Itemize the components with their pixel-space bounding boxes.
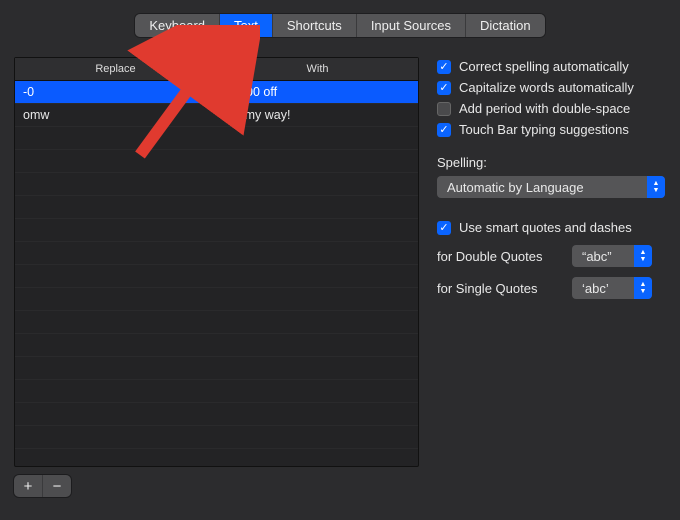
- single-quotes-select[interactable]: ‘abc’ ▲▼: [572, 277, 652, 299]
- tab-segmented-control: Keyboard Text Shortcuts Input Sources Di…: [135, 14, 544, 37]
- column-header-with[interactable]: With: [217, 58, 418, 80]
- options-panel: ✓ Correct spelling automatically ✓ Capit…: [437, 57, 666, 497]
- minus-icon: −: [53, 478, 62, 495]
- add-remove-button-group: + −: [14, 475, 71, 497]
- column-header-replace[interactable]: Replace ⌃: [15, 58, 217, 80]
- tab-dictation[interactable]: Dictation: [466, 14, 545, 37]
- updown-arrows-icon: ▲▼: [634, 245, 652, 267]
- table-row[interactable]: .: [15, 426, 418, 449]
- spelling-select-value: Automatic by Language: [447, 180, 584, 195]
- table-body: -0 - $300 off omw On my way! . . . . . .…: [15, 81, 418, 466]
- tab-shortcuts[interactable]: Shortcuts: [273, 14, 357, 37]
- label-double-space-period: Add period with double-space: [459, 101, 630, 116]
- double-quotes-select[interactable]: “abc” ▲▼: [572, 245, 652, 267]
- checkbox-smart-quotes[interactable]: ✓: [437, 221, 451, 235]
- label-single-quotes: for Single Quotes: [437, 281, 562, 296]
- table-row[interactable]: .: [15, 334, 418, 357]
- cell-replace[interactable]: -0: [15, 85, 217, 99]
- table-row[interactable]: .: [15, 288, 418, 311]
- check-icon: ✓: [439, 123, 448, 136]
- table-row[interactable]: .: [15, 311, 418, 334]
- add-button[interactable]: +: [14, 475, 43, 497]
- tab-keyboard[interactable]: Keyboard: [135, 14, 220, 37]
- tab-bar: Keyboard Text Shortcuts Input Sources Di…: [0, 0, 680, 37]
- tab-text[interactable]: Text: [220, 14, 273, 37]
- checkbox-capitalize[interactable]: ✓: [437, 81, 451, 95]
- cell-replace[interactable]: omw: [15, 108, 217, 122]
- remove-button[interactable]: −: [43, 475, 71, 497]
- label-capitalize: Capitalize words automatically: [459, 80, 634, 95]
- checkbox-touch-bar[interactable]: ✓: [437, 123, 451, 137]
- label-smart-quotes: Use smart quotes and dashes: [459, 220, 632, 235]
- replacements-table[interactable]: Replace ⌃ With -0 - $300 off omw On my w…: [14, 57, 419, 467]
- cell-with[interactable]: - $300 off: [217, 85, 419, 99]
- updown-arrows-icon: ▲▼: [634, 277, 652, 299]
- plus-icon: +: [24, 478, 33, 495]
- column-header-with-label: With: [307, 63, 329, 75]
- check-icon: ✓: [439, 221, 448, 234]
- check-icon: ✓: [439, 60, 448, 73]
- cell-with[interactable]: On my way!: [217, 108, 419, 122]
- spelling-section-label: Spelling:: [437, 155, 666, 170]
- label-touch-bar: Touch Bar typing suggestions: [459, 122, 629, 137]
- table-row[interactable]: .: [15, 173, 418, 196]
- single-quotes-value: ‘abc’: [582, 281, 609, 296]
- column-header-replace-label: Replace: [95, 63, 135, 75]
- tab-input-sources[interactable]: Input Sources: [357, 14, 466, 37]
- sort-indicator-icon: ⌃: [200, 64, 208, 75]
- double-quotes-value: “abc”: [582, 249, 612, 264]
- table-row[interactable]: .: [15, 403, 418, 426]
- table-row[interactable]: .: [15, 449, 418, 466]
- table-row[interactable]: .: [15, 242, 418, 265]
- table-row[interactable]: .: [15, 150, 418, 173]
- table-row[interactable]: .: [15, 357, 418, 380]
- table-row[interactable]: .: [15, 380, 418, 403]
- table-row[interactable]: .: [15, 219, 418, 242]
- table-row[interactable]: .: [15, 127, 418, 150]
- updown-arrows-icon: ▲▼: [647, 176, 665, 198]
- spelling-select[interactable]: Automatic by Language ▲▼: [437, 176, 665, 198]
- checkbox-correct-spelling[interactable]: ✓: [437, 60, 451, 74]
- table-row[interactable]: .: [15, 265, 418, 288]
- label-correct-spelling: Correct spelling automatically: [459, 59, 629, 74]
- table-row[interactable]: .: [15, 196, 418, 219]
- table-row[interactable]: -0 - $300 off: [15, 81, 418, 104]
- table-row[interactable]: omw On my way!: [15, 104, 418, 127]
- label-double-quotes: for Double Quotes: [437, 249, 562, 264]
- checkbox-double-space-period[interactable]: [437, 102, 451, 116]
- check-icon: ✓: [439, 81, 448, 94]
- table-header: Replace ⌃ With: [15, 58, 418, 81]
